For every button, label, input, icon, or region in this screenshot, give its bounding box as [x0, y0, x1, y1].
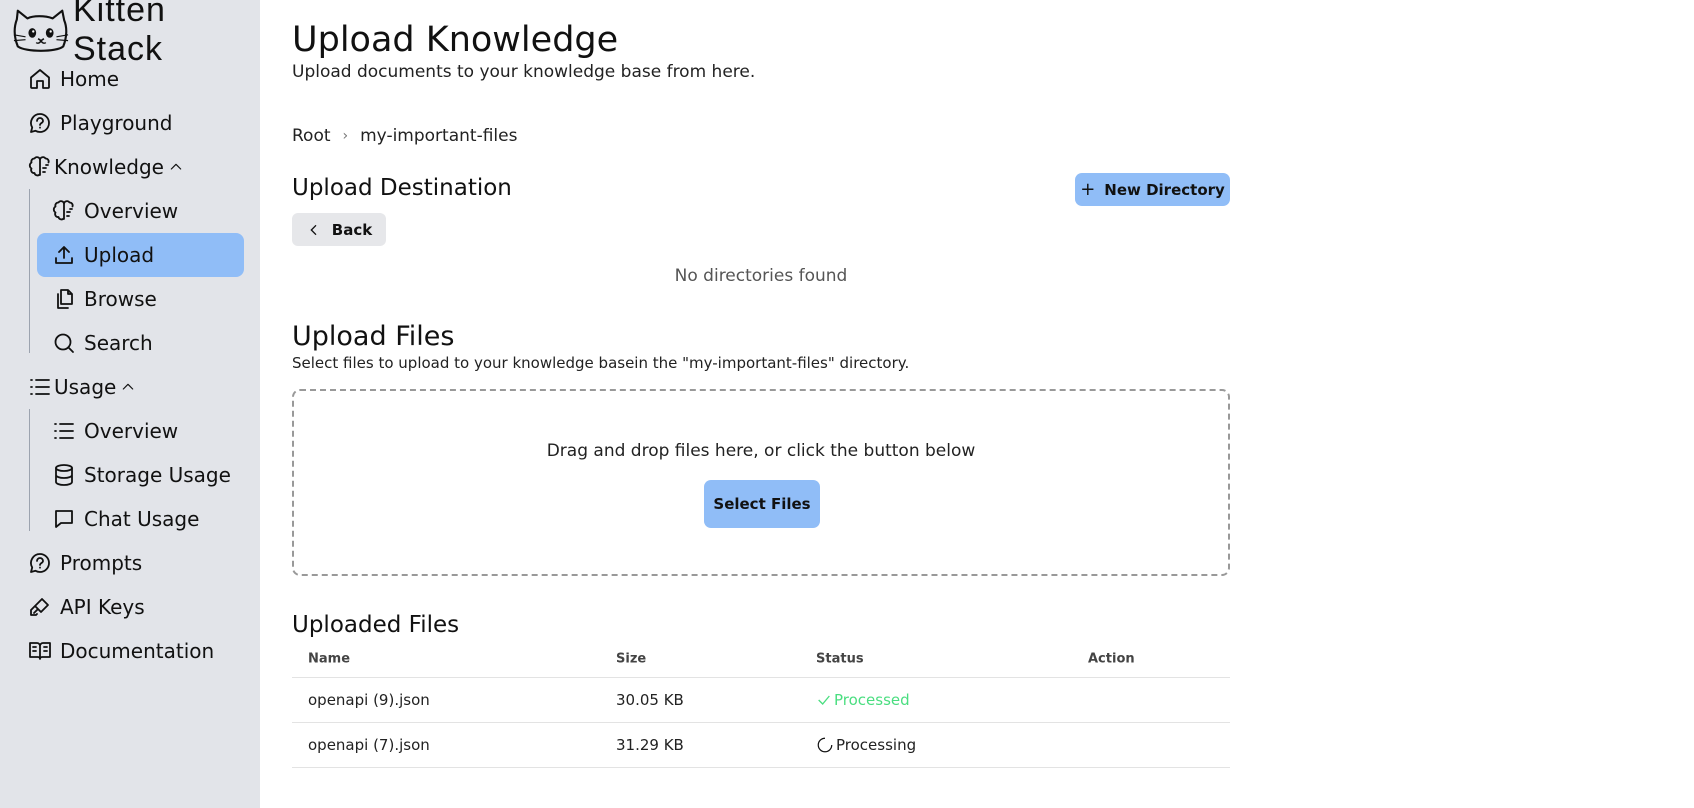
uploaded-files-heading: Uploaded Files	[292, 612, 460, 638]
back-button[interactable]: Back	[292, 213, 386, 246]
sidebar-item-label: Overview	[84, 199, 179, 223]
chevron-up-icon	[170, 163, 182, 170]
sidebar-item-usage-overview[interactable]: Overview	[52, 409, 178, 453]
home-icon	[30, 69, 50, 89]
status-text: Processed	[834, 691, 910, 709]
submenu-divider	[29, 409, 30, 531]
message-square-icon	[55, 510, 73, 528]
sidebar-item-knowledge[interactable]: Knowledge	[28, 145, 184, 189]
chat-bubble-icon	[30, 553, 50, 573]
sidebar-item-label: Search	[84, 331, 153, 355]
upload-files-heading: Upload Files	[292, 321, 455, 352]
sidebar-item-browse[interactable]: Browse	[52, 277, 157, 321]
breadcrumb: Root › my-important-files	[292, 126, 517, 146]
sidebar-item-label: API Keys	[60, 595, 145, 619]
new-directory-label: New Directory	[1104, 180, 1225, 199]
sidebar-item-playground[interactable]: Playground	[28, 101, 172, 145]
sidebar-item-label: Storage Usage	[84, 463, 231, 487]
sidebar-item-label: Home	[60, 67, 120, 91]
dropzone-text: Drag and drop files here, or click the b…	[546, 441, 976, 461]
table-row: openapi (7).json 31.29 KB Processing	[292, 723, 1230, 768]
sidebar-item-label: Upload	[84, 243, 155, 267]
sidebar-item-prompts[interactable]: Prompts	[28, 541, 142, 585]
files-icon	[57, 289, 73, 309]
status-badge: Processing	[816, 736, 916, 754]
chevron-left-icon	[310, 224, 317, 235]
key-icon	[30, 598, 49, 616]
sidebar-item-knowledge-overview[interactable]: Overview	[52, 189, 178, 233]
column-header-status: Status	[816, 651, 864, 666]
column-header-size: Size	[616, 651, 647, 666]
upload-icon	[55, 246, 73, 264]
plus-icon: +	[1080, 179, 1096, 200]
upload-files-description: Select files to upload to your knowledge…	[292, 354, 910, 372]
file-name: openapi (9).json	[308, 691, 430, 709]
sidebar-item-home[interactable]: Home	[28, 57, 119, 101]
list-icon	[54, 423, 74, 439]
uploaded-files-table: Name Size Status Action openapi (9).json…	[292, 640, 1230, 768]
loading-spinner-icon	[817, 737, 833, 753]
sidebar-item-usage[interactable]: Usage	[28, 365, 136, 409]
chevron-up-icon	[123, 383, 134, 390]
sidebar-item-label: Usage	[54, 375, 117, 399]
sidebar-item-label: Overview	[84, 419, 179, 443]
sidebar-item-label: Knowledge	[54, 155, 164, 179]
sidebar-item-api-keys[interactable]: API Keys	[28, 585, 145, 629]
table-row: openapi (9).json 30.05 KB Processed	[292, 678, 1230, 723]
sidebar-item-label: Prompts	[60, 551, 143, 575]
submenu-divider	[29, 189, 30, 353]
back-label: Back	[331, 220, 373, 239]
chat-bubble-icon	[30, 113, 50, 133]
sidebar-item-label: Documentation	[60, 639, 215, 663]
sidebar-item-storage-usage[interactable]: Storage Usage	[52, 453, 231, 497]
sidebar-item-search[interactable]: Search	[52, 321, 153, 365]
cat-logo-icon	[13, 9, 69, 52]
check-icon	[818, 695, 830, 705]
select-files-button[interactable]: Select Files	[704, 480, 820, 528]
file-size: 30.05 KB	[616, 691, 684, 709]
table-header: Name Size Status Action	[292, 640, 1230, 678]
breadcrumb-separator-icon: ›	[342, 128, 349, 144]
status-badge: Processed	[816, 691, 910, 709]
file-dropzone[interactable]: Drag and drop files here, or click the b…	[292, 389, 1230, 576]
sidebar: Kitten Stack Home Playground Knowledge O…	[0, 0, 260, 808]
sidebar-item-label: Playground	[60, 111, 173, 135]
status-text: Processing	[836, 736, 917, 754]
brain-icon	[28, 156, 50, 177]
list-icon	[30, 379, 50, 395]
empty-directories-message: No directories found	[674, 266, 848, 286]
sidebar-item-upload[interactable]: Upload	[37, 233, 244, 277]
breadcrumb-current: my-important-files	[360, 126, 518, 146]
column-header-action: Action	[1088, 651, 1135, 666]
search-icon	[54, 333, 74, 353]
page-subtitle: Upload documents to your knowledge base …	[292, 62, 756, 82]
database-icon	[55, 464, 73, 486]
sidebar-item-chat-usage[interactable]: Chat Usage	[52, 497, 199, 541]
breadcrumb-root[interactable]: Root	[292, 126, 331, 146]
sidebar-item-documentation[interactable]: Documentation	[28, 629, 214, 673]
page-title: Upload Knowledge	[292, 20, 619, 60]
sidebar-item-label: Browse	[84, 287, 157, 311]
upload-destination-heading: Upload Destination	[292, 175, 512, 201]
file-size: 31.29 KB	[616, 736, 684, 754]
brain-icon	[52, 200, 74, 221]
app-logo[interactable]: Kitten Stack	[12, 0, 260, 68]
file-name: openapi (7).json	[308, 736, 430, 754]
column-header-name: Name	[308, 651, 351, 666]
new-directory-button[interactable]: + New Directory	[1075, 173, 1230, 206]
book-icon	[29, 642, 51, 660]
sidebar-item-label: Chat Usage	[84, 507, 200, 531]
